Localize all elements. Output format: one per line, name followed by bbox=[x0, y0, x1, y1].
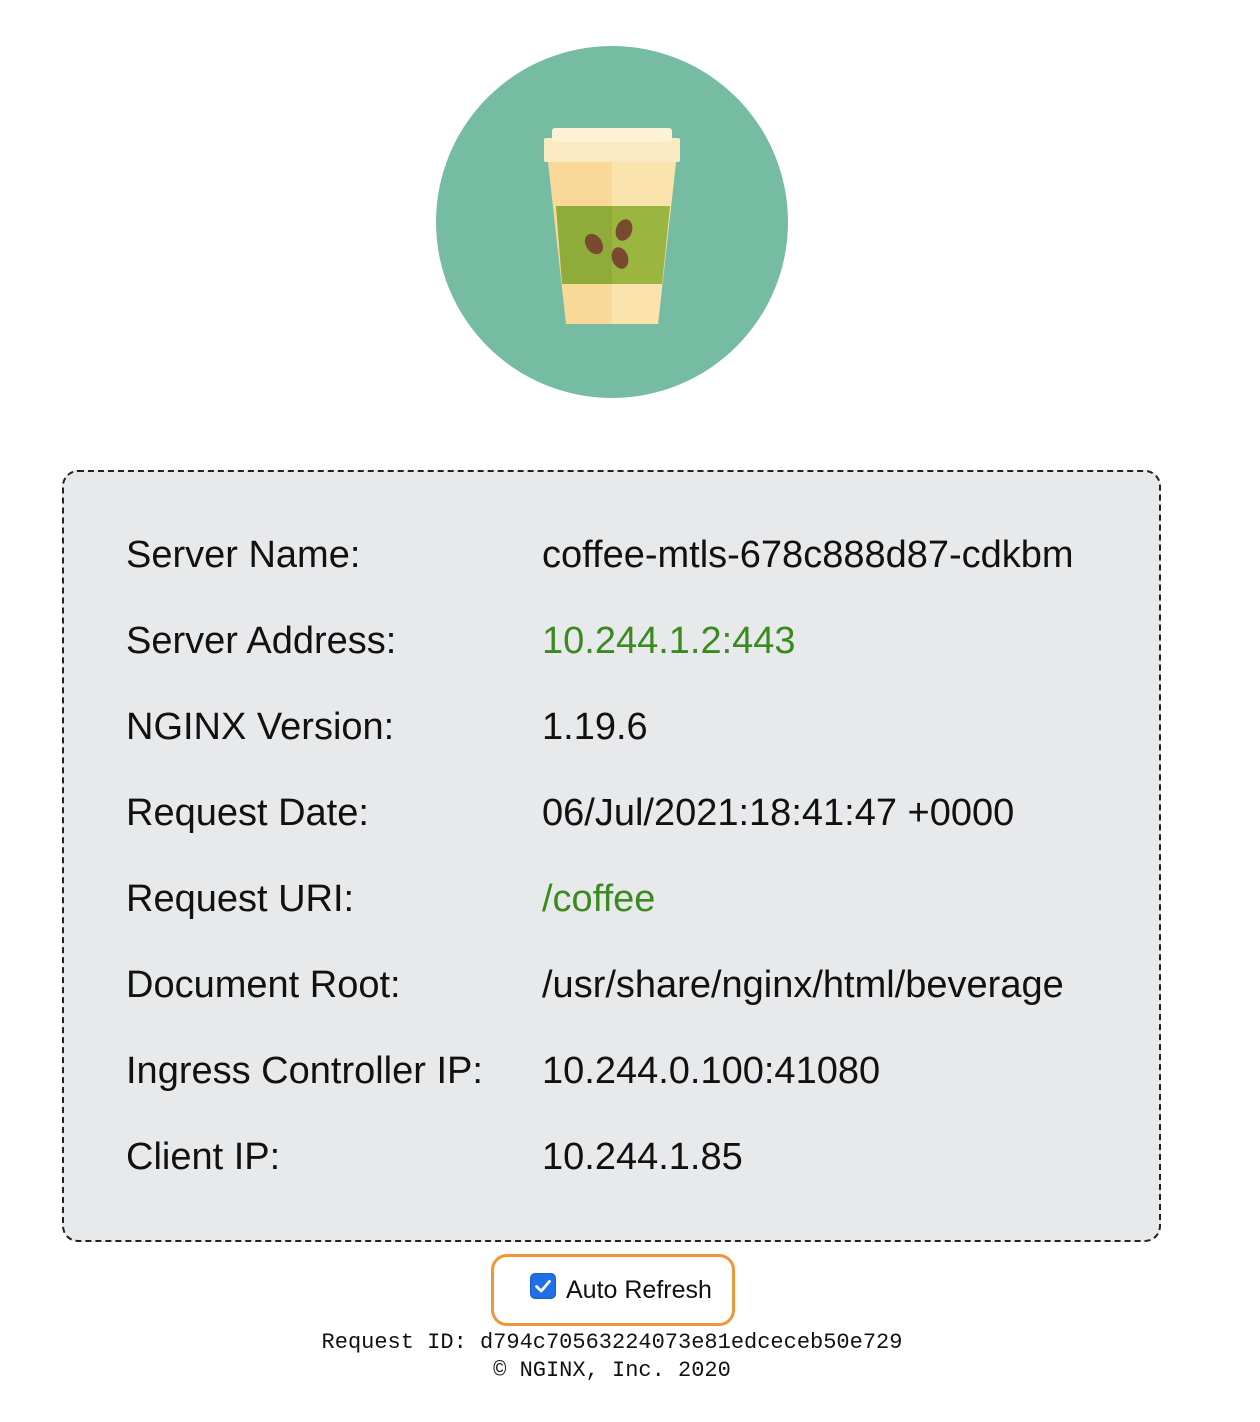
client-ip-value: 10.244.1.85 bbox=[542, 1136, 743, 1178]
coffee-cup-icon bbox=[436, 46, 788, 398]
client-ip-label: Client IP: bbox=[126, 1136, 281, 1178]
request-uri-row: Request URI: /coffee bbox=[64, 869, 1159, 929]
request-date-value: 06/Jul/2021:18:41:47 +0000 bbox=[542, 792, 1015, 834]
server-address-label: Server Address: bbox=[126, 620, 397, 662]
server-name-value: coffee-mtls-678c888d87-cdkbm bbox=[542, 534, 1074, 576]
coffee-logo bbox=[436, 46, 788, 398]
nginx-version-value: 1.19.6 bbox=[542, 706, 648, 748]
server-name-label: Server Name: bbox=[126, 534, 361, 576]
checkmark-icon bbox=[535, 1280, 551, 1293]
server-address-row: Server Address: 10.244.1.2:443 bbox=[64, 611, 1159, 671]
server-info-panel: Server Name: coffee-mtls-678c888d87-cdkb… bbox=[62, 470, 1161, 1242]
auto-refresh-label[interactable]: Auto Refresh bbox=[566, 1275, 712, 1305]
ingress-controller-ip-row: Ingress Controller IP: 10.244.0.100:4108… bbox=[64, 1041, 1159, 1101]
document-root-value: /usr/share/nginx/html/beverage bbox=[542, 964, 1064, 1006]
auto-refresh-control: Auto Refresh bbox=[491, 1254, 735, 1326]
ingress-controller-ip-label: Ingress Controller IP: bbox=[126, 1050, 483, 1092]
copyright-text: © NGINX, Inc. 2020 bbox=[493, 1358, 731, 1383]
nginx-version-label: NGINX Version: bbox=[126, 706, 395, 748]
document-root-row: Document Root: /usr/share/nginx/html/bev… bbox=[64, 955, 1159, 1015]
request-uri-value: /coffee bbox=[542, 878, 656, 920]
request-date-row: Request Date: 06/Jul/2021:18:41:47 +0000 bbox=[64, 783, 1159, 843]
request-date-label: Request Date: bbox=[126, 792, 369, 834]
client-ip-row: Client IP: 10.244.1.85 bbox=[64, 1127, 1159, 1187]
server-address-value: 10.244.1.2:443 bbox=[542, 620, 796, 662]
ingress-controller-ip-value: 10.244.0.100:41080 bbox=[542, 1050, 881, 1092]
nginx-version-row: NGINX Version: 1.19.6 bbox=[64, 697, 1159, 757]
server-name-row: Server Name: coffee-mtls-678c888d87-cdkb… bbox=[64, 525, 1159, 585]
auto-refresh-checkbox[interactable] bbox=[530, 1273, 556, 1299]
request-uri-label: Request URI: bbox=[126, 878, 355, 920]
request-id: Request ID: d794c70563224073e81edceceb50… bbox=[321, 1330, 903, 1355]
document-root-label: Document Root: bbox=[126, 964, 401, 1006]
